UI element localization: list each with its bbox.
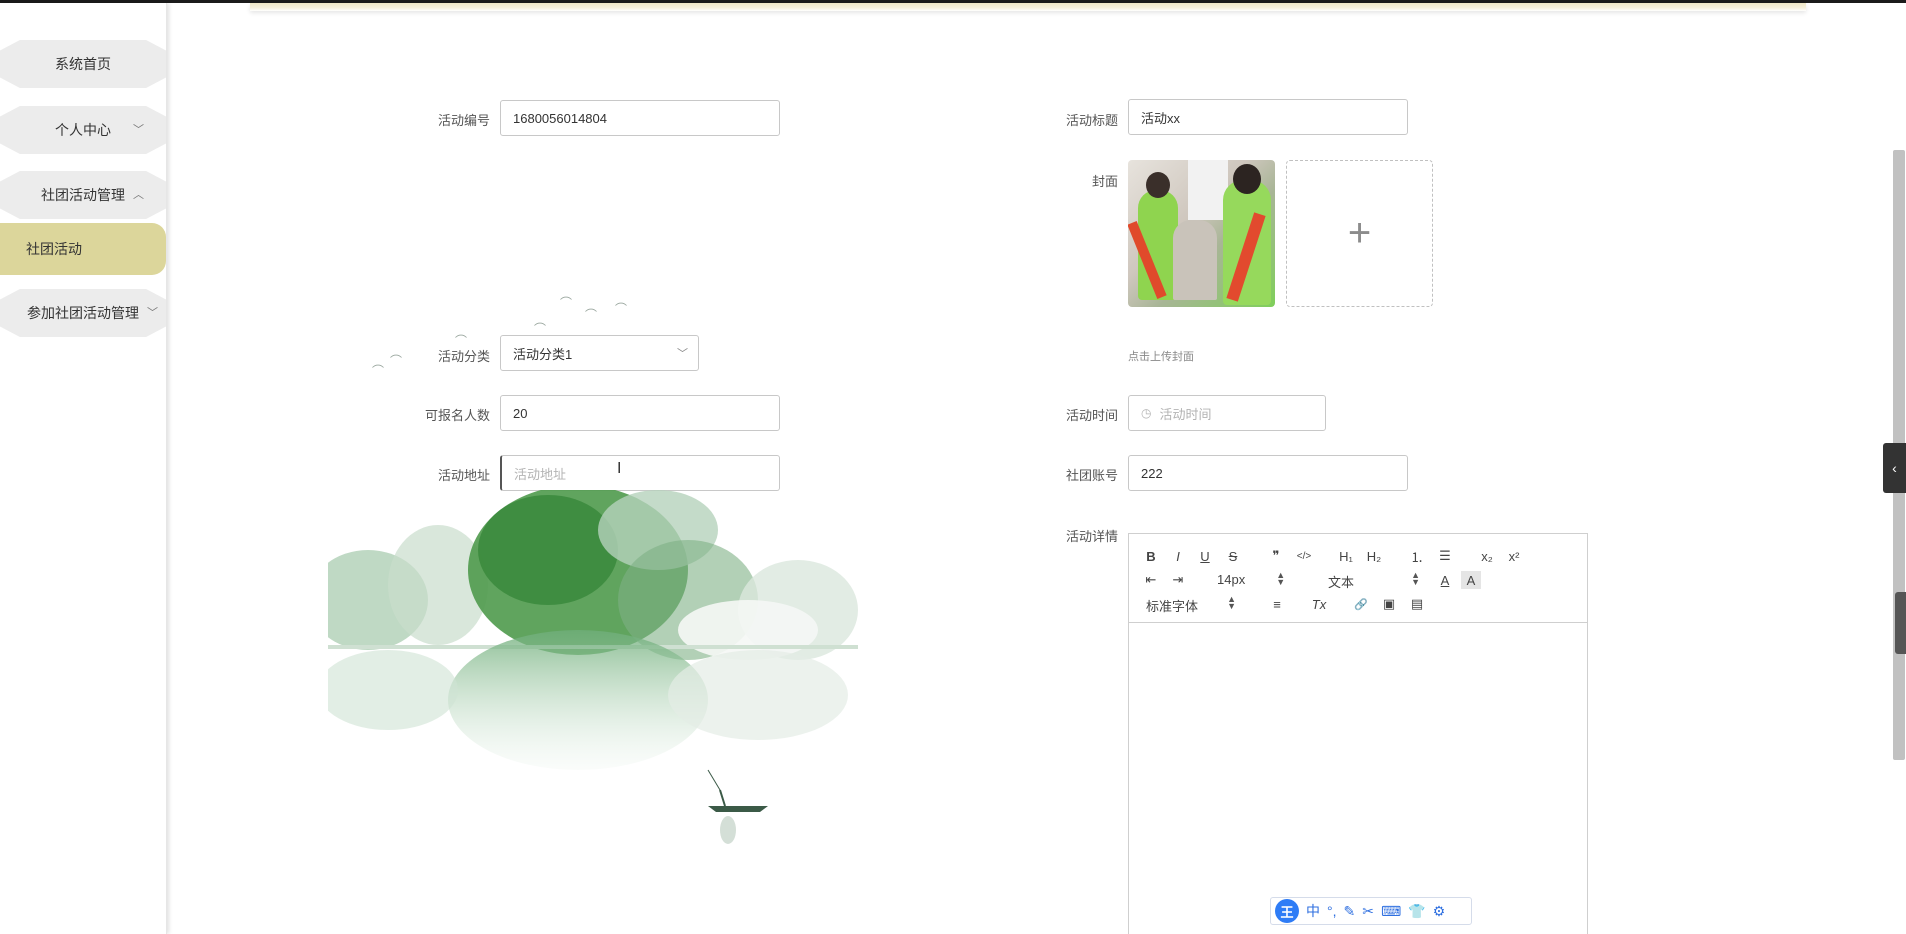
side-collapse-tab[interactable]: ‹ bbox=[1883, 443, 1906, 493]
address-label: 活动地址 bbox=[437, 468, 490, 483]
editor-toolbar: B I U S ❞ </> H₁ H₂ ⒈ ☰ x₂ x² ⇤ ⇥ 14px ▲… bbox=[1129, 534, 1587, 623]
ime-logo-icon[interactable]: 王 bbox=[1275, 899, 1299, 923]
category-label: 活动分类 bbox=[437, 349, 490, 364]
bold-button[interactable]: B bbox=[1141, 547, 1161, 565]
indent-button[interactable]: ⇥ bbox=[1168, 571, 1188, 589]
rich-text-editor: B I U S ❞ </> H₁ H₂ ⒈ ☰ x₂ x² ⇤ ⇥ 14px ▲… bbox=[1128, 533, 1588, 934]
quote-button[interactable]: ❞ bbox=[1266, 547, 1286, 565]
activity-time-label: 活动时间 bbox=[1065, 408, 1118, 423]
cover-upload-hint: 点击上传封面 bbox=[1128, 351, 1194, 363]
activity-no-label: 活动编号 bbox=[437, 113, 490, 128]
plus-icon: + bbox=[1347, 211, 1372, 255]
h1-button[interactable]: H₁ bbox=[1336, 547, 1356, 565]
landscape-painting bbox=[328, 490, 858, 844]
editor-content-area[interactable] bbox=[1129, 623, 1587, 933]
link-button[interactable]: 🔗 bbox=[1351, 595, 1371, 613]
block-type-select[interactable]: 文本 ▲ ▼ bbox=[1328, 571, 1420, 591]
activity-time-picker[interactable]: ◷ 活动时间 bbox=[1128, 395, 1326, 431]
activity-title-label: 活动标题 bbox=[1065, 113, 1118, 128]
chevron-down-icon: ﹀ bbox=[133, 124, 144, 136]
sidebar-item-join-activity-management[interactable]: 参加社团活动管理 ﹀ bbox=[0, 289, 166, 337]
club-account-input[interactable]: 222 bbox=[1128, 455, 1408, 491]
font-family-select[interactable]: 标准字体 ▲ ▼ bbox=[1146, 595, 1236, 615]
video-button[interactable]: ▤ bbox=[1407, 595, 1427, 613]
chinese-mode-icon[interactable]: 中 bbox=[1306, 901, 1320, 921]
settings-icon[interactable]: ⚙ bbox=[1433, 903, 1446, 920]
superscript-button[interactable]: x² bbox=[1504, 547, 1524, 565]
capacity-input[interactable]: 20 bbox=[500, 395, 780, 431]
ordered-list-button[interactable]: ⒈ bbox=[1407, 547, 1427, 565]
cover-image[interactable] bbox=[1128, 160, 1275, 307]
club-account-label: 社团账号 bbox=[1065, 468, 1118, 483]
ime-toolbar: 王 中 °, ✎ ✂ ⌨ 👕 ⚙ bbox=[1270, 897, 1472, 925]
keyboard-icon[interactable]: ⌨ bbox=[1381, 903, 1401, 920]
bird-decoration: ⌒ bbox=[585, 308, 598, 322]
text-cursor-icon: I bbox=[617, 460, 622, 477]
italic-button[interactable]: I bbox=[1168, 547, 1188, 565]
updown-icon: ▲ ▼ bbox=[1227, 594, 1237, 611]
handwriting-icon[interactable]: ✎ bbox=[1344, 903, 1356, 920]
strike-button[interactable]: S bbox=[1223, 547, 1243, 565]
side-handle[interactable] bbox=[1895, 592, 1906, 654]
activity-no-input[interactable]: 1680056014804 bbox=[500, 100, 780, 136]
cover-label: 封面 bbox=[1091, 174, 1118, 189]
h2-button[interactable]: H₂ bbox=[1364, 547, 1384, 565]
sidebar-item-club-activity[interactable]: 社团活动 bbox=[0, 223, 166, 275]
details-label: 活动详情 bbox=[1065, 529, 1118, 544]
sidebar-item-personal-center[interactable]: 个人中心 ﹀ bbox=[0, 106, 166, 154]
scissors-icon[interactable]: ✂ bbox=[1362, 903, 1374, 920]
code-button[interactable]: </> bbox=[1294, 547, 1314, 565]
header-decoration bbox=[250, 3, 1806, 11]
align-button[interactable]: ≡ bbox=[1267, 595, 1287, 613]
activity-title-input[interactable]: 活动xx bbox=[1128, 99, 1408, 135]
category-select[interactable]: 活动分类1 ﹀ bbox=[500, 335, 699, 371]
sidebar: 系统首页 个人中心 ﹀ 社团活动管理 ︿ 社团活动 参加社团活动管理 ﹀ bbox=[0, 3, 167, 934]
clean-format-button[interactable]: Tx bbox=[1309, 595, 1329, 613]
chevron-down-icon: ﹀ bbox=[147, 307, 158, 319]
subscript-button[interactable]: x₂ bbox=[1477, 547, 1497, 565]
font-color-button[interactable]: A bbox=[1435, 571, 1455, 589]
address-input[interactable]: 活动地址 bbox=[500, 455, 780, 491]
chevron-up-icon: ︿ bbox=[133, 189, 144, 201]
background-color-button[interactable]: A bbox=[1461, 571, 1481, 589]
bird-decoration: ⌒ bbox=[615, 302, 628, 316]
sidebar-item-label: 个人中心 bbox=[55, 122, 111, 138]
sidebar-item-label: 社团活动管理 bbox=[41, 187, 125, 203]
capacity-label: 可报名人数 bbox=[424, 408, 490, 423]
sidebar-item-label: 参加社团活动管理 bbox=[27, 305, 139, 321]
skin-icon[interactable]: 👕 bbox=[1408, 903, 1425, 920]
bullet-list-button[interactable]: ☰ bbox=[1435, 547, 1455, 565]
font-size-select[interactable]: 14px ▲ ▼ bbox=[1217, 571, 1285, 588]
sidebar-item-home[interactable]: 系统首页 bbox=[0, 40, 166, 88]
bird-decoration: ⌒ bbox=[560, 296, 573, 310]
clock-icon: ◷ bbox=[1141, 406, 1152, 420]
upload-cover-button[interactable]: + bbox=[1286, 160, 1433, 307]
sidebar-item-label: 社团活动 bbox=[26, 241, 82, 257]
updown-icon: ▲ ▼ bbox=[1411, 570, 1421, 587]
chevron-down-icon: ﹀ bbox=[677, 348, 688, 360]
updown-icon: ▲ ▼ bbox=[1276, 570, 1286, 587]
sidebar-item-club-activity-management[interactable]: 社团活动管理 ︿ bbox=[0, 171, 166, 219]
punctuation-icon[interactable]: °, bbox=[1327, 903, 1337, 919]
sidebar-item-label: 系统首页 bbox=[55, 56, 111, 72]
chevron-left-icon: ‹ bbox=[1892, 460, 1897, 476]
underline-button[interactable]: U bbox=[1195, 547, 1215, 565]
outdent-button[interactable]: ⇤ bbox=[1141, 571, 1161, 589]
app-root: 系统首页 个人中心 ﹀ 社团活动管理 ︿ 社团活动 参加社团活动管理 ﹀ ⌒ ⌒… bbox=[0, 0, 1906, 934]
image-button[interactable]: ▣ bbox=[1379, 595, 1399, 613]
